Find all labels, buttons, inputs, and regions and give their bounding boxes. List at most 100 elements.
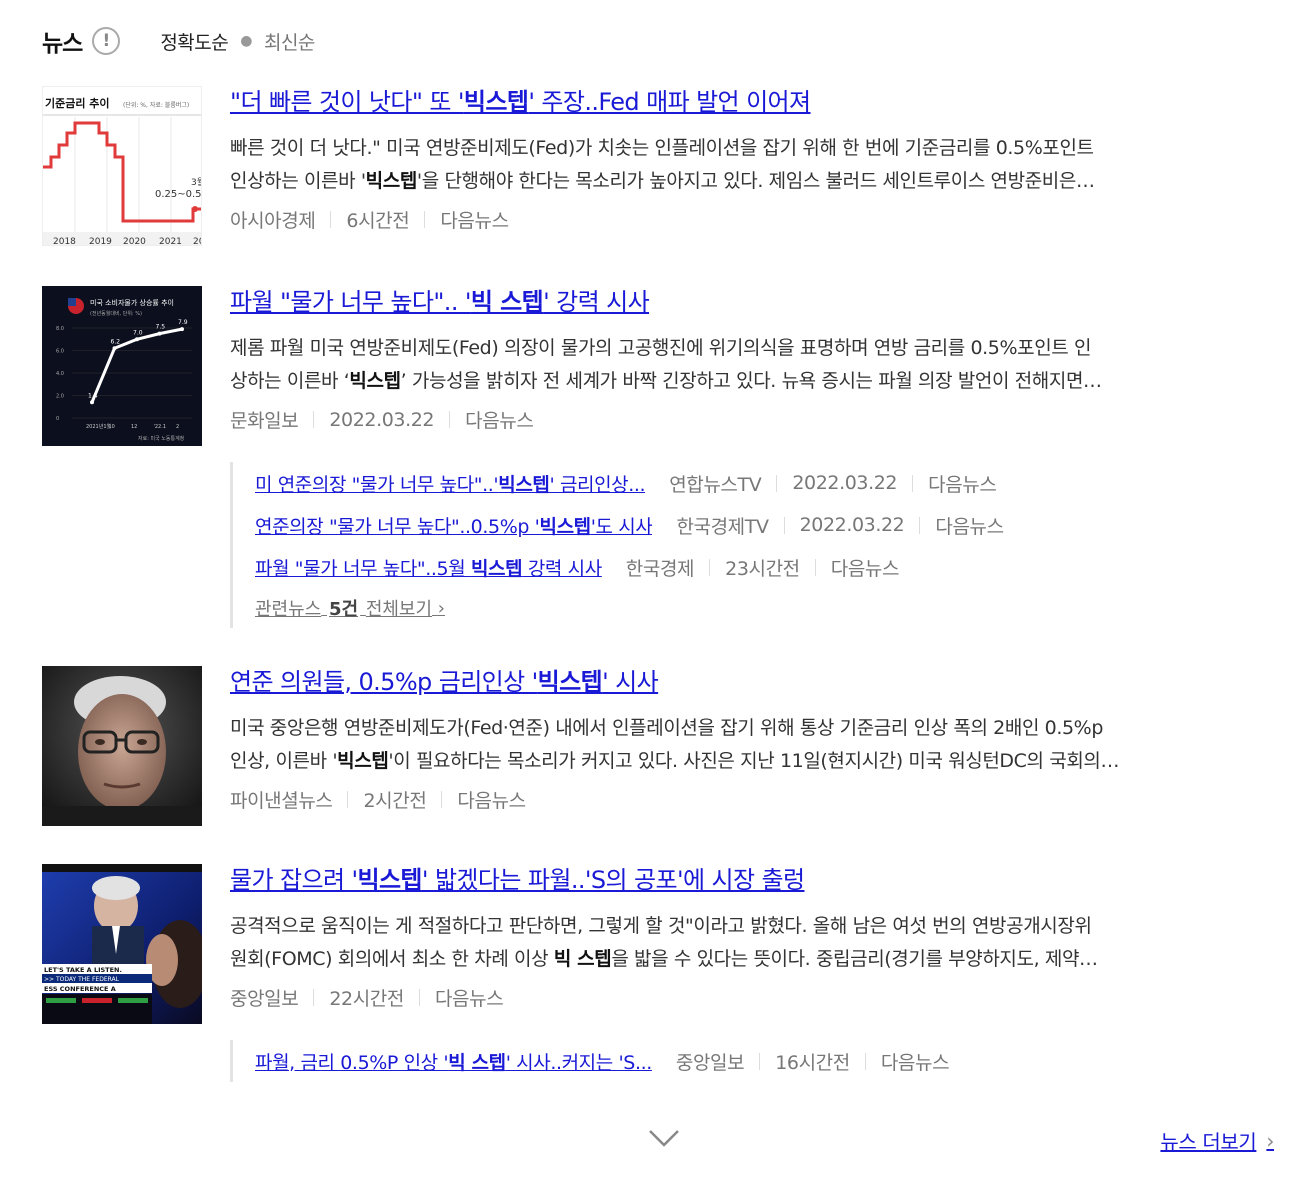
- news-via[interactable]: 다음뉴스: [465, 406, 534, 433]
- related-more-link[interactable]: 관련뉴스 5건 전체보기 ›: [255, 588, 1230, 628]
- news-content: 파월 "물가 너무 높다".. '빅 스텝' 강력 시사 제롬 파월 미국 연방…: [230, 286, 1285, 433]
- related-title-link[interactable]: 미 연준의장 "물가 너무 높다"..'빅스텝' 금리인상...: [255, 470, 645, 497]
- news-content: "더 빠른 것이 낫다" 또 '빅스텝' 주장..Fed 매파 발언 이어져 빠…: [230, 86, 1285, 233]
- data-point: [90, 400, 94, 405]
- tv-screen-photo: LET'S TAKE A LISTEN. >> TODAY THE FEDERA…: [42, 864, 202, 1024]
- news-source[interactable]: 문화일보: [230, 406, 299, 433]
- news-time: 2022.03.22: [329, 408, 435, 431]
- rate-chart-thumbnail: 기준금리 추이 (단위: %, 자료: 블룸버그) 0.25~0.50 3월 2…: [43, 87, 202, 246]
- news-meta: 중앙일보 22시간전 다음뉴스: [230, 984, 1285, 1011]
- data-label: 7.9: [178, 319, 188, 326]
- related-meta: 중앙일보 16시간전 다음뉴스: [676, 1048, 950, 1075]
- thumb-year: 2018: [53, 237, 76, 246]
- banner-text: LET'S TAKE A LISTEN.: [44, 966, 122, 974]
- thumb-source: 자료: 미국 노동통계청: [138, 435, 184, 442]
- news-thumbnail[interactable]: 미국 소비자물가 상승률 추이 (전년동월대비, 단위: %) 8.0 6.0 4.…: [42, 286, 202, 446]
- related-news-item: 미 연준의장 "물가 너무 높다"..'빅스텝' 금리인상... 연합뉴스TV …: [255, 462, 1230, 504]
- related-title-link[interactable]: 파월, 금리 0.5%P 인상 '빅 스텝' 시사..커지는 'S...: [255, 1048, 652, 1075]
- related-source[interactable]: 연합뉴스TV: [669, 470, 762, 497]
- info-icon[interactable]: !: [92, 27, 121, 55]
- data-label: 7.5: [156, 324, 166, 331]
- news-time: 2시간전: [363, 790, 427, 812]
- x-tick-label: 12: [131, 424, 137, 430]
- sort-options: 정확도순 ● 최신순: [160, 28, 315, 55]
- news-thumbnail[interactable]: [42, 666, 202, 826]
- news-thumbnail[interactable]: 기준금리 추이 (단위: %, 자료: 블룸버그) 0.25~0.50 3월 2…: [42, 86, 202, 246]
- thumb-year: 2020: [123, 237, 146, 246]
- news-source[interactable]: 중앙일보: [230, 984, 299, 1011]
- banner-text: >> TODAY THE FEDERAL: [44, 976, 120, 983]
- news-content: 물가 잡으려 '빅스텝' 밟겠다는 파월..'S의 공포'에 시장 출렁 공격적…: [230, 864, 1285, 1011]
- related-title-link[interactable]: 연준의장 "물가 너무 높다"..0.5%p '빅스텝'도 시사: [255, 512, 652, 539]
- news-time: 22시간전: [329, 988, 404, 1010]
- more-news-label: 뉴스 더보기: [1160, 1130, 1257, 1154]
- data-point: [135, 337, 139, 342]
- cpi-chart-thumbnail: 미국 소비자물가 상승률 추이 (전년동월대비, 단위: %) 8.0 6.0 4.…: [42, 286, 202, 446]
- thumb-title: 기준금리 추이: [45, 96, 110, 110]
- y-tick-label: 6.0: [56, 349, 64, 355]
- sort-accuracy[interactable]: 정확도순: [160, 28, 228, 55]
- related-news-item: 파월, 금리 0.5%P 인상 '빅 스텝' 시사..커지는 'S... 중앙일…: [255, 1040, 1230, 1082]
- thumb-year: 20: [193, 237, 202, 246]
- related-title-link[interactable]: 파월 "물가 너무 높다"..5월 빅스텝 강력 시사: [255, 554, 602, 581]
- x-tick-label: 2: [176, 424, 179, 430]
- related-meta: 한국경제TV 2022.03.22 다음뉴스: [676, 512, 1004, 539]
- news-header: 뉴스 ! 정확도순 ● 최신순: [42, 24, 315, 58]
- related-news-item: 파월 "물가 너무 높다"..5월 빅스텝 강력 시사 한국경제 23시간전 다…: [255, 546, 1230, 588]
- chevron-right-icon: ›: [1266, 1128, 1274, 1153]
- chevron-right-icon: ›: [437, 597, 445, 619]
- news-description: 제롬 파월 미국 연방준비제도(Fed) 의장이 물가의 고공행진에 위기의식을…: [230, 337, 1102, 392]
- thumb-subtitle: (단위: %, 자료: 블룸버그): [123, 101, 189, 109]
- related-source[interactable]: 중앙일보: [676, 1048, 745, 1075]
- news-title-link[interactable]: 파월 "물가 너무 높다".. '빅 스텝' 강력 시사: [230, 286, 1285, 318]
- news-via[interactable]: 다음뉴스: [440, 206, 509, 233]
- data-point: [180, 327, 184, 332]
- related-source[interactable]: 한국경제TV: [676, 512, 769, 539]
- news-item: 미국 소비자물가 상승률 추이 (전년동월대비, 단위: %) 8.0 6.0 4.…: [42, 286, 1282, 451]
- related-time: 2022.03.22: [799, 514, 905, 536]
- news-meta: 아시아경제 6시간전 다음뉴스: [230, 206, 1285, 233]
- related-news-item: 연준의장 "물가 너무 높다"..0.5%p '빅스텝'도 시사 한국경제TV …: [255, 504, 1230, 546]
- related-time: 16시간전: [775, 1051, 850, 1074]
- news-title-link[interactable]: 연준 의원들, 0.5%p 금리인상 '빅스텝' 시사: [230, 666, 1285, 698]
- data-label: 6.2: [111, 338, 121, 345]
- related-news: 미 연준의장 "물가 너무 높다"..'빅스텝' 금리인상... 연합뉴스TV …: [230, 462, 1230, 628]
- sort-separator: ●: [240, 33, 252, 49]
- banner-text: ESS CONFERENCE A: [44, 985, 116, 993]
- news-thumbnail[interactable]: LET'S TAKE A LISTEN. >> TODAY THE FEDERA…: [42, 864, 202, 1024]
- related-via[interactable]: 다음뉴스: [935, 512, 1004, 539]
- related-via[interactable]: 다음뉴스: [831, 554, 900, 581]
- y-tick-label: 4.0: [56, 371, 64, 377]
- news-item: 연준 의원들, 0.5%p 금리인상 '빅스텝' 시사 미국 중앙은행 연방준비…: [42, 666, 1282, 831]
- news-item: LET'S TAKE A LISTEN. >> TODAY THE FEDERA…: [42, 864, 1282, 1029]
- related-via[interactable]: 다음뉴스: [928, 470, 997, 497]
- y-tick-label: 0: [56, 416, 59, 422]
- sort-latest[interactable]: 최신순: [264, 28, 315, 55]
- news-via[interactable]: 다음뉴스: [457, 786, 526, 813]
- related-source[interactable]: 한국경제: [626, 554, 695, 581]
- data-point: [112, 346, 117, 351]
- x-tick-label: 10: [109, 424, 115, 430]
- more-news-link[interactable]: 뉴스 더보기 ›: [1160, 1126, 1274, 1155]
- data-label: 7.0: [133, 329, 143, 336]
- news-source[interactable]: 아시아경제: [230, 206, 316, 233]
- portrait-photo: [42, 666, 202, 826]
- news-time: 6시간전: [346, 210, 410, 232]
- news-meta: 문화일보 2022.03.22 다음뉴스: [230, 406, 1285, 433]
- news-content: 연준 의원들, 0.5%p 금리인상 '빅스텝' 시사 미국 중앙은행 연방준비…: [230, 666, 1285, 813]
- news-source[interactable]: 파이낸셜뉴스: [230, 786, 333, 813]
- chevron-down-icon[interactable]: [648, 1128, 680, 1152]
- news-meta: 파이낸셜뉴스 2시간전 다음뉴스: [230, 786, 1285, 813]
- news-description: 공격적으로 움직이는 게 적절하다고 판단하면, 그렇게 할 것"이라고 밝혔다…: [230, 915, 1098, 970]
- news-description: 미국 중앙은행 연방준비제도가(Fed·연준) 내에서 인플레이션을 잡기 위해…: [230, 717, 1120, 772]
- news-via[interactable]: 다음뉴스: [435, 984, 504, 1011]
- thumb-year: 2021: [159, 237, 182, 246]
- data-point: [157, 331, 162, 336]
- data-label: 1.4: [88, 392, 98, 399]
- related-via[interactable]: 다음뉴스: [881, 1048, 950, 1075]
- thumb-value-label: 0.25~0.50: [155, 189, 202, 200]
- section-title: 뉴스: [42, 31, 83, 57]
- related-time: 23시간전: [725, 557, 800, 580]
- news-title-link[interactable]: "더 빠른 것이 낫다" 또 '빅스텝' 주장..Fed 매파 발언 이어져: [230, 86, 1285, 118]
- news-title-link[interactable]: 물가 잡으려 '빅스텝' 밟겠다는 파월..'S의 공포'에 시장 출렁: [230, 864, 1285, 896]
